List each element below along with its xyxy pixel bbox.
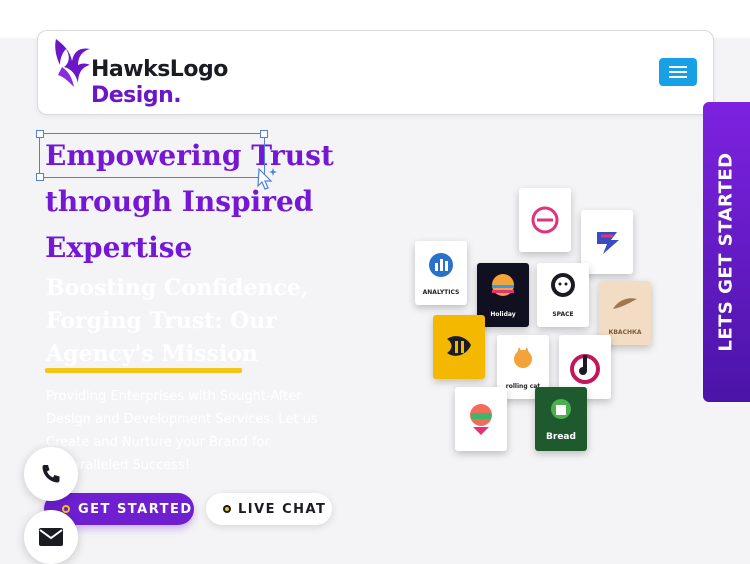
- headline-line: through Inspired: [45, 185, 314, 218]
- get-started-label: GET STARTED: [78, 501, 193, 517]
- live-chat-button[interactable]: LIVE CHAT: [206, 493, 332, 525]
- selection-box[interactable]: [36, 130, 268, 181]
- logo-text-line1: HawksLogo: [91, 57, 228, 82]
- description-line: Unparalleled Success!: [46, 458, 191, 473]
- tile-caption: ANALYTICS: [422, 289, 460, 296]
- resize-handle[interactable]: [36, 130, 44, 138]
- portfolio-tile: [455, 387, 507, 451]
- bee-logo-icon: [447, 336, 471, 356]
- bread-logo-icon: [551, 399, 571, 419]
- dot-icon: [62, 505, 70, 513]
- description-line: Create and Nurture your Brand for: [46, 435, 270, 450]
- live-chat-label: LIVE CHAT: [238, 501, 327, 517]
- portfolio-tile: [433, 315, 485, 379]
- email-button[interactable]: [24, 510, 78, 564]
- phone-icon: [42, 465, 60, 483]
- portfolio-tile: SPACE: [537, 263, 589, 327]
- subheading-underline: [45, 368, 242, 373]
- logo-text-line2: Design.: [91, 83, 182, 108]
- tile-caption: Bread: [546, 432, 576, 442]
- lets-get-started-side-tab[interactable]: LETS GET STARTED: [703, 102, 750, 402]
- feather-logo-icon: [613, 298, 637, 309]
- mail-icon: [39, 528, 63, 546]
- subheading-line: Boosting Confidence,: [46, 275, 309, 301]
- menu-toggle-button[interactable]: [659, 58, 697, 86]
- headline-line: Expertise: [45, 231, 193, 264]
- description-line: Providing Enterprises with Sought-After: [46, 389, 302, 404]
- hamburger-icon: [669, 66, 687, 68]
- rolling-cat-logo-icon: [514, 347, 532, 368]
- resize-handle[interactable]: [260, 130, 268, 138]
- hawk-logo-icon: [55, 39, 90, 87]
- portfolio-tile: ANALYTICS: [415, 241, 467, 305]
- subheading-line: Agency's Mission: [46, 341, 258, 367]
- portfolio-collage: ANALYTICS Holiday SPACE КВАСНКА rolling …: [405, 185, 665, 465]
- dot-icon: [223, 505, 231, 513]
- hamburger-icon-line: [669, 76, 687, 78]
- portfolio-tile: Bread: [535, 387, 587, 451]
- gamer-mascot-logo-icon: [470, 404, 492, 435]
- description-line: Design and Development Services. Let us: [46, 412, 318, 427]
- call-button[interactable]: [24, 447, 78, 501]
- hamburger-icon-line: [669, 71, 687, 73]
- hero-subheading: Boosting Confidence, Forging Trust: Our …: [46, 272, 346, 371]
- navbar: HawksLogo Design.: [37, 30, 714, 115]
- resize-handle[interactable]: [36, 173, 44, 181]
- brand-logo[interactable]: HawksLogo Design.: [52, 37, 252, 109]
- hero-description: Providing Enterprises with Sought-After …: [46, 385, 361, 477]
- cursor-sparkle-icon: [257, 167, 277, 190]
- tile-caption: SPACE: [552, 311, 574, 318]
- side-tab-label: LETS GET STARTED: [715, 152, 737, 352]
- astronaut-logo-icon: [551, 273, 575, 297]
- holiday-logo-icon: [492, 274, 514, 296]
- portfolio-tile: [519, 188, 571, 252]
- d-logo-icon: [531, 206, 559, 234]
- subheading-line: Forging Trust: Our: [46, 308, 277, 334]
- analytics-logo-icon: [429, 253, 453, 277]
